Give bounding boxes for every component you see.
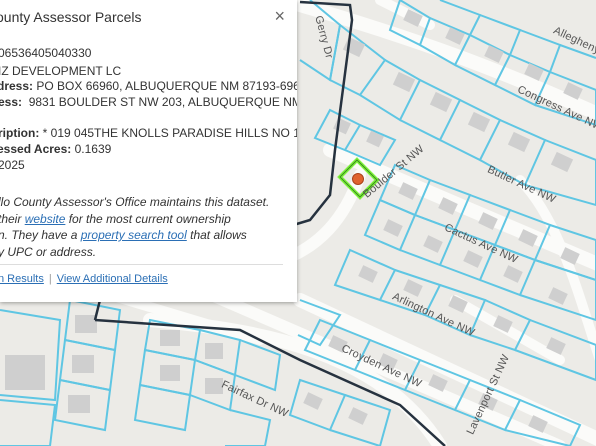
popup-footer: n Results | View Additional Details [0,264,283,285]
parcel-marker[interactable] [352,173,364,185]
zoom-results-link[interactable]: n Results [0,273,44,285]
close-button[interactable]: × [274,6,285,26]
field-assessed-acres: essed Acres: 0.1639 [0,142,112,156]
dataset-note: llo County Assessor's Office maintains t… [0,195,270,259]
view-additional-details-link[interactable]: View Additional Details [57,273,168,285]
property-search-tool-link[interactable]: property search tool [81,228,187,242]
popup-title: ounty Assessor Parcels [0,9,142,25]
field-owner: IZ DEVELOPMENT LC [0,64,122,78]
field-situs-address: ess: 9831 BOULDER ST NW 203, ALBUQUERQUE… [0,95,297,109]
parcel-popup: ounty Assessor Parcels × 06536405040330 … [0,0,297,302]
website-link[interactable]: website [25,212,66,226]
field-upc: 06536405040330 [0,46,92,60]
field-owner-address: dress: PO BOX 66960, ALBUQUERQUE NM 8719… [0,79,297,93]
field-tax-year: 2025 [0,158,25,172]
field-legal-description: ription: * 019 045THE KNOLLS PARADISE HI… [0,126,297,140]
